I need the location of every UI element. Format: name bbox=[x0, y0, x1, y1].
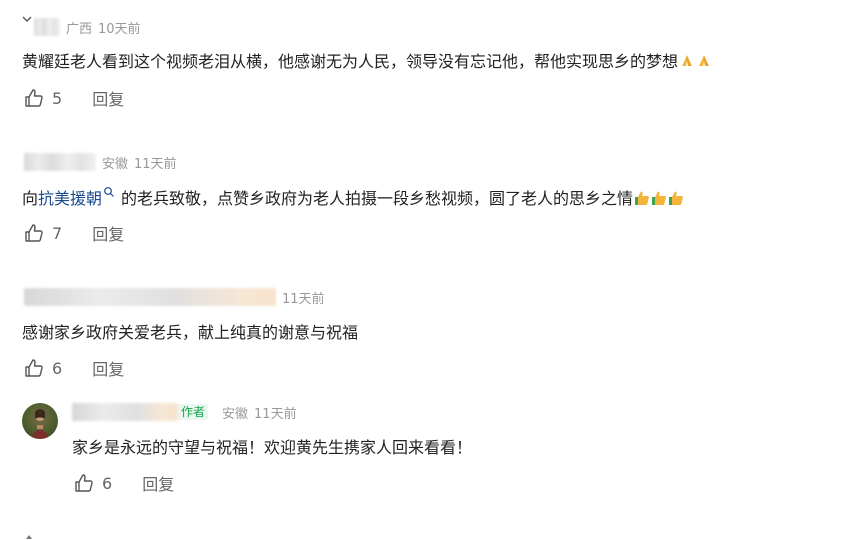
reply-button[interactable]: 回复 bbox=[142, 471, 174, 495]
thumbs-up-emoji-icon bbox=[635, 191, 649, 205]
like-button[interactable]: 6 bbox=[74, 473, 112, 493]
username-blurred[interactable] bbox=[24, 153, 96, 171]
author-badge: 作者 bbox=[178, 404, 209, 420]
username-blurred[interactable] bbox=[72, 403, 178, 421]
comment-location: 安徽 bbox=[102, 156, 129, 172]
reply-text: 家乡是永远的守望与祝福！欢迎黄先生携家人回来看看！ bbox=[72, 438, 473, 457]
dot-icon bbox=[26, 535, 32, 539]
topic-link[interactable]: 抗美援朝 bbox=[38, 189, 102, 208]
thumbs-up-icon bbox=[25, 359, 43, 377]
comment-text: 黄耀廷老人看到这个视频老泪从横，他感谢无为人民，领导没有忘记他，帮他实现思乡的梦… bbox=[22, 50, 712, 74]
comment-text-suffix: 的老兵致敬，点赞乡政府为老人拍摄一段乡愁视频，圆了老人的思乡之情 bbox=[121, 189, 634, 208]
reply-button[interactable]: 回复 bbox=[92, 86, 124, 110]
comment-text-content: 黄耀廷老人看到这个视频老泪从横，他感谢无为人民，领导没有忘记他，帮他实现思乡的梦… bbox=[22, 52, 679, 71]
like-count: 6 bbox=[102, 473, 113, 493]
comment-location: 广西 bbox=[66, 21, 93, 37]
like-button[interactable]: 5 bbox=[24, 88, 62, 108]
thumbs-up-emoji-icon bbox=[652, 191, 666, 205]
thumbs-up-icon bbox=[25, 89, 43, 107]
thumbs-up-icon bbox=[25, 224, 43, 242]
comment-text: 感谢家乡政府关爱老兵，献上纯真的谢意与祝福 bbox=[22, 323, 359, 342]
search-icon[interactable] bbox=[103, 186, 115, 198]
comment-time: 11天前 bbox=[134, 156, 177, 172]
comment-feed: 广西 10天前 黄耀廷老人看到这个视频老泪从横，他感谢无为人民，领导没有忘记他，… bbox=[0, 0, 841, 540]
thumbs-up-icon bbox=[75, 474, 93, 492]
comment-time: 10天前 bbox=[98, 21, 141, 37]
reply-location: 安徽 bbox=[222, 406, 249, 422]
praying-hands-emoji-icon bbox=[699, 55, 710, 66]
reply-button[interactable]: 回复 bbox=[92, 356, 124, 380]
reply-button[interactable]: 回复 bbox=[92, 221, 124, 245]
person-photo-icon bbox=[32, 409, 48, 439]
like-button[interactable]: 7 bbox=[24, 223, 62, 243]
reply-time: 11天前 bbox=[254, 406, 297, 422]
username-blurred[interactable] bbox=[34, 18, 60, 36]
author-avatar[interactable] bbox=[22, 403, 58, 439]
like-count: 5 bbox=[52, 88, 63, 108]
username-blurred[interactable] bbox=[24, 288, 276, 306]
like-count: 7 bbox=[52, 223, 63, 243]
like-count: 6 bbox=[52, 358, 63, 378]
thumbs-up-emoji-icon bbox=[669, 191, 683, 205]
comment-time: 11天前 bbox=[282, 291, 325, 307]
chevron-icon bbox=[22, 16, 32, 22]
comment-text: 向抗美援朝 的老兵致敬，点赞乡政府为老人拍摄一段乡愁视频，圆了老人的思乡之情 bbox=[22, 186, 684, 211]
praying-hands-emoji-icon bbox=[682, 55, 693, 66]
like-button[interactable]: 6 bbox=[24, 358, 62, 378]
comment-text-prefix: 向 bbox=[22, 189, 39, 208]
